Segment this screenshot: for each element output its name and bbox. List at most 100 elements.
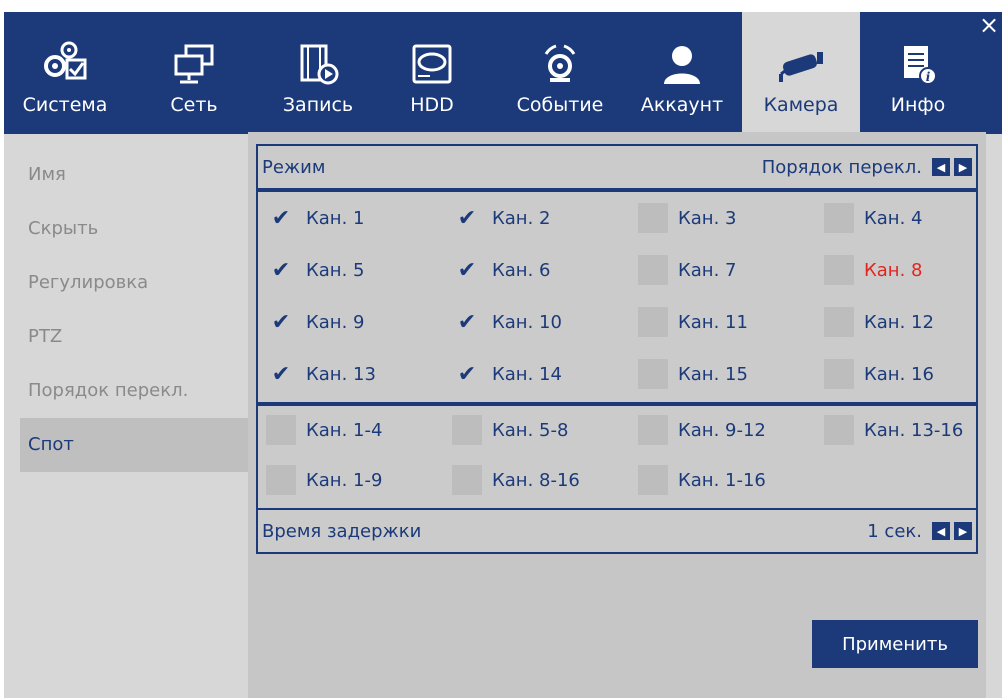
film-record-icon: [288, 34, 348, 94]
delay-row: Время задержки 1 сек. ◀ ▶: [256, 508, 978, 554]
channel-label: Кан. 9: [306, 311, 365, 333]
channel-label: Кан. 14: [492, 363, 562, 385]
sidebar-item-ptz[interactable]: PTZ: [20, 310, 248, 364]
sidebar-item-hide[interactable]: Скрыть: [20, 202, 248, 256]
channel-label: Кан. 7: [678, 259, 737, 281]
group-label: Кан. 9-12: [678, 419, 766, 441]
channel-checkbox[interactable]: ✔ Кан. 9: [266, 302, 365, 342]
tab-label: Инфо: [890, 94, 946, 116]
group-checkbox[interactable]: Кан. 5-8: [452, 410, 568, 450]
channel-checkbox[interactable]: ✔ Кан. 10: [452, 302, 562, 342]
gears-icon: [35, 34, 95, 94]
channel-label: Кан. 6: [492, 259, 551, 281]
checkbox-box: [452, 415, 482, 445]
checkbox-box: [824, 359, 854, 389]
channel-checkbox[interactable]: ✔ Кан. 5: [266, 250, 365, 290]
delay-decrease-button[interactable]: ◀: [932, 522, 950, 540]
channel-grid: ✔ Кан. 1 ✔ Кан. 2 Кан. 3 Кан. 4 ✔ Кан. 5 ✔ Кан. 6…: [256, 190, 978, 404]
checkmark-icon: ✔: [457, 257, 477, 283]
tab-hdd[interactable]: HDD: [384, 12, 480, 134]
checkbox-box: [266, 415, 296, 445]
group-label: Кан. 13-16: [864, 419, 964, 441]
sidebar-item-switch-order[interactable]: Порядок перекл.: [20, 364, 248, 418]
channel-checkbox[interactable]: ✔ Кан. 14: [452, 354, 562, 394]
channel-checkbox[interactable]: Кан. 8: [824, 250, 922, 290]
channel-label: Кан. 13: [306, 363, 376, 385]
group-label: Кан. 1-4: [306, 419, 383, 441]
checkbox-box: [824, 203, 854, 233]
group-checkbox[interactable]: Кан. 9-12: [638, 410, 766, 450]
channel-label: Кан. 10: [492, 311, 562, 333]
group-label: Кан. 8-16: [492, 469, 580, 491]
checkbox-box: [824, 307, 854, 337]
svg-text:i: i: [926, 70, 931, 84]
tab-label: Камера: [763, 94, 839, 116]
delay-label: Время задержки: [262, 520, 422, 542]
channel-checkbox[interactable]: Кан. 7: [638, 250, 736, 290]
tab-label: Событие: [516, 94, 604, 116]
channel-checkbox[interactable]: ✔ Кан. 13: [266, 354, 376, 394]
checkmark-icon: ✔: [457, 309, 477, 335]
tab-label: Система: [22, 94, 108, 116]
channel-label: Кан. 5: [306, 259, 365, 281]
next-arrow-button[interactable]: ▶: [954, 158, 972, 176]
checkmark-icon: ✔: [271, 361, 291, 387]
tab-label: Сеть: [170, 94, 218, 116]
channel-checkbox[interactable]: Кан. 11: [638, 302, 748, 342]
group-label: Кан. 1-16: [678, 469, 766, 491]
checkmark-icon: ✔: [457, 361, 477, 387]
channel-checkbox[interactable]: Кан. 15: [638, 354, 748, 394]
group-grid: Кан. 1-4 Кан. 5-8 Кан. 9-12 Кан. 13-16 Кан. …: [256, 404, 978, 520]
checkmark-icon: ✔: [271, 205, 291, 231]
hdd-icon: [402, 34, 462, 94]
tab-network[interactable]: Сеть: [144, 12, 244, 134]
settings-window: Система Сеть Запись HDD Событие Аккаунт …: [4, 12, 1002, 698]
channel-checkbox[interactable]: ✔ Кан. 1: [266, 198, 365, 238]
top-tab-bar: Система Сеть Запись HDD Событие Аккаунт …: [4, 12, 1002, 134]
tab-info[interactable]: i Инфо: [866, 12, 970, 134]
checkbox-box: [452, 465, 482, 495]
sidebar-item-spot[interactable]: Спот: [20, 418, 248, 472]
checkbox-box: [638, 307, 668, 337]
tab-account[interactable]: Аккаунт: [626, 12, 738, 134]
apply-button[interactable]: Применить: [812, 620, 978, 668]
main-content: Режим Порядок перекл. ◀ ▶ ✔ Кан. 1 ✔ Кан. 2…: [248, 132, 986, 698]
group-checkbox[interactable]: Кан. 1-16: [638, 460, 766, 500]
tab-event[interactable]: Событие: [500, 12, 620, 134]
prev-arrow-button[interactable]: ◀: [932, 158, 950, 176]
sidebar-item-adjust[interactable]: Регулировка: [20, 256, 248, 310]
group-checkbox[interactable]: Кан. 8-16: [452, 460, 580, 500]
channel-checkbox[interactable]: Кан. 3: [638, 198, 736, 238]
channel-label: Кан. 3: [678, 207, 737, 229]
delay-increase-button[interactable]: ▶: [954, 522, 972, 540]
channel-label: Кан. 11: [678, 311, 748, 333]
group-checkbox[interactable]: Кан. 1-9: [266, 460, 382, 500]
channel-label: Кан. 15: [678, 363, 748, 385]
network-icon: [164, 34, 224, 94]
camera-icon: [771, 34, 831, 94]
tab-camera[interactable]: Камера: [742, 12, 860, 134]
user-icon: [652, 34, 712, 94]
close-icon[interactable]: ×: [978, 13, 1000, 37]
checkmark-icon: ✔: [271, 257, 291, 283]
alarm-icon: [530, 34, 590, 94]
checkbox-box: [638, 465, 668, 495]
channel-checkbox[interactable]: ✔ Кан. 2: [452, 198, 551, 238]
checkbox-box: [638, 359, 668, 389]
tab-record[interactable]: Запись: [266, 12, 370, 134]
switch-order-label: Порядок перекл.: [761, 156, 922, 178]
checkmark-icon: ✔: [457, 205, 477, 231]
tab-system[interactable]: Система: [4, 12, 126, 134]
checkbox-box: [824, 255, 854, 285]
channel-checkbox[interactable]: Кан. 12: [824, 302, 934, 342]
group-checkbox[interactable]: Кан. 1-4: [266, 410, 382, 450]
channel-checkbox[interactable]: Кан. 16: [824, 354, 934, 394]
sidebar-item-name[interactable]: Имя: [20, 148, 248, 202]
channel-label: Кан. 8: [864, 259, 923, 281]
channel-checkbox[interactable]: Кан. 4: [824, 198, 922, 238]
checkbox-box: [638, 203, 668, 233]
channel-label: Кан. 1: [306, 207, 365, 229]
channel-checkbox[interactable]: ✔ Кан. 6: [452, 250, 551, 290]
channel-label: Кан. 16: [864, 363, 934, 385]
group-checkbox[interactable]: Кан. 13-16: [824, 410, 963, 450]
